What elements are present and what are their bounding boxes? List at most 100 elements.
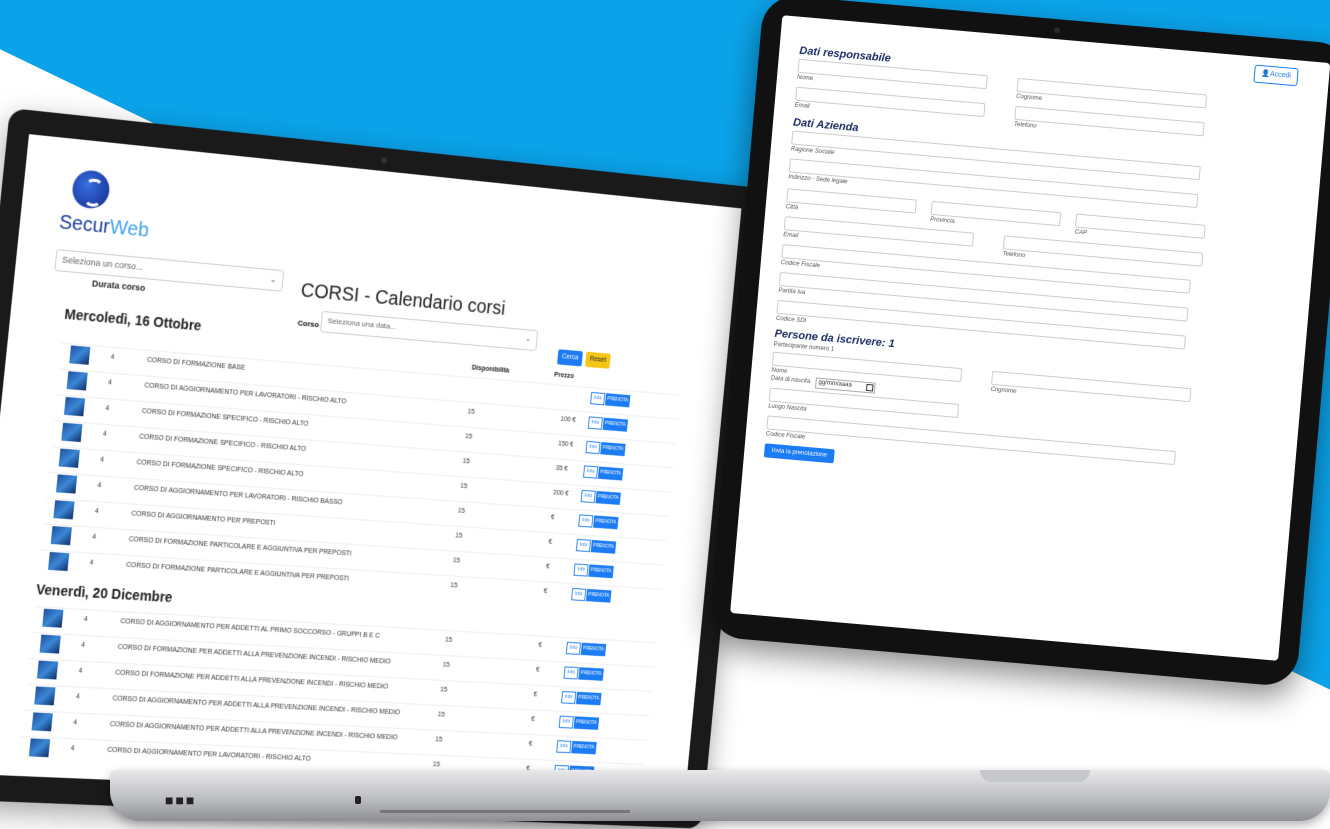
email-field[interactable] xyxy=(795,86,986,118)
logo-text-part1: Secur xyxy=(58,211,111,239)
course-thumbnail xyxy=(31,712,53,732)
telefono-field[interactable] xyxy=(1014,105,1205,137)
cap-label: CAP xyxy=(1074,229,1088,237)
partecipante-cognome-field[interactable] xyxy=(990,370,1192,403)
info-button[interactable]: Info xyxy=(558,715,574,729)
prenota-button[interactable]: PRENOTA xyxy=(578,667,604,681)
info-button[interactable]: Info xyxy=(565,641,582,655)
accedi-label: Accedi xyxy=(1269,70,1292,80)
course-price: € xyxy=(530,716,535,723)
base-hinge xyxy=(380,810,630,813)
course-thumbnail xyxy=(55,474,78,494)
prenota-button[interactable]: PRENOTA xyxy=(597,466,624,481)
course-price: 200 € xyxy=(552,489,569,498)
info-button[interactable]: Info xyxy=(571,587,587,602)
date-heading: Mercoledì, 16 Ottobre xyxy=(63,305,203,334)
partita-iva-label: Partita Iva xyxy=(778,287,806,297)
course-thumbnail xyxy=(53,500,75,520)
prenota-button[interactable]: PRENOTA xyxy=(575,691,602,706)
course-thumbnail xyxy=(58,448,80,468)
cap-field[interactable] xyxy=(1075,213,1206,239)
course-thumbnail xyxy=(48,551,70,572)
prenota-button[interactable]: PRENOTA xyxy=(602,417,629,432)
invia-prenotazione-button[interactable]: Invia la prenotazione xyxy=(763,443,835,464)
securweb-logo[interactable]: SecurWeb xyxy=(58,168,180,248)
info-button[interactable]: Info xyxy=(585,440,601,455)
date-select[interactable]: Seleziona una data... ⌄ xyxy=(319,310,539,352)
prenota-button[interactable]: PRENOTA xyxy=(590,539,617,554)
power-led xyxy=(355,796,361,804)
cognome-field[interactable] xyxy=(1016,77,1208,109)
chevron-down-icon: ⌄ xyxy=(524,333,532,343)
telefono-azienda-field[interactable] xyxy=(1002,235,1204,267)
tablet-device: 👤Accedi Dati responsabile Nome Cognome E… xyxy=(708,0,1330,688)
course-duration: 4 xyxy=(110,353,115,361)
course-availability: 15 xyxy=(467,408,475,416)
info-button[interactable]: Info xyxy=(573,563,589,577)
course-thumbnail xyxy=(50,526,72,546)
tablet-camera xyxy=(1053,26,1061,34)
data-nascita-field[interactable]: gg/mm/aaaa xyxy=(815,377,876,394)
citta-field[interactable] xyxy=(786,188,917,214)
prenota-button[interactable]: PRENOTA xyxy=(573,716,600,730)
course-duration: 4 xyxy=(94,507,100,516)
course-title: CORSO DI AGGIORNAMENTO PER LAVORATORI - … xyxy=(106,746,311,763)
info-button[interactable]: Info xyxy=(580,489,596,504)
prenota-button[interactable]: PRENOTA xyxy=(604,393,631,408)
prenota-button[interactable]: PRENOTA xyxy=(588,564,614,579)
nome-field[interactable] xyxy=(797,58,988,90)
col-disponibilita: Disponibilità xyxy=(471,364,510,375)
logo-mark-icon xyxy=(70,168,112,211)
course-price: € xyxy=(533,691,538,699)
info-button[interactable]: Info xyxy=(578,514,594,528)
course-availability: 15 xyxy=(462,458,470,466)
info-button[interactable]: Info xyxy=(563,666,579,680)
course-price: € xyxy=(548,538,553,546)
prenota-button[interactable]: PRENOTA xyxy=(595,490,621,505)
luogo-nascita-label: Luogo Nascita xyxy=(767,403,807,413)
tablet-screen: 👤Accedi Dati responsabile Nome Cognome E… xyxy=(730,15,1330,661)
course-select[interactable]: Seleziona un corso... ⌄ xyxy=(54,249,285,292)
course-title: CORSO DI FORMAZIONE PARTICOLARE E AGGIUN… xyxy=(125,561,350,583)
prenota-button[interactable]: PRENOTA xyxy=(571,740,597,755)
partecipante-codice-fiscale-label: Codice Fiscale xyxy=(765,431,806,441)
course-price: 35 € xyxy=(555,465,568,473)
course-title: CORSO DI AGGIORNAMENTO PER PREPOSTI xyxy=(131,510,276,528)
course-price: € xyxy=(543,588,548,595)
course-title: CORSO DI AGGIORNAMENTO PER ADDETTI AL PR… xyxy=(120,618,381,640)
codice-sdi-label: Codice SDI xyxy=(775,315,807,325)
info-button[interactable]: Info xyxy=(587,416,603,430)
prenota-button[interactable]: PRENOTA xyxy=(585,588,612,603)
info-button[interactable]: Info xyxy=(561,691,577,705)
course-price: € xyxy=(538,642,543,649)
course-duration: 4 xyxy=(107,379,113,387)
info-button[interactable]: Info xyxy=(556,740,572,754)
course-duration: 4 xyxy=(102,430,107,438)
info-button[interactable]: Info xyxy=(583,465,599,479)
cerca-button[interactable]: Cerca xyxy=(557,349,583,367)
info-button[interactable]: Info xyxy=(590,391,606,406)
course-thumbnail xyxy=(39,634,61,654)
ragione-sociale-label: Ragione Sociale xyxy=(790,146,835,157)
course-thumbnail xyxy=(42,608,64,628)
course-title: CORSO DI FORMAZIONE SPECIFICO - RISCHIO … xyxy=(141,407,309,428)
course-duration: 4 xyxy=(105,405,110,413)
reset-button[interactable]: Reset xyxy=(585,351,611,369)
telefono-label: Telefono xyxy=(1013,121,1037,130)
course-title: CORSO DI AGGIORNAMENTO PER ADDETTI ALLA … xyxy=(109,721,398,742)
base-brand: ■■■ xyxy=(165,792,197,808)
prenota-button[interactable]: PRENOTA xyxy=(580,642,607,657)
course-title: CORSO DI FORMAZIONE PER ADDETTI ALLA PRE… xyxy=(114,669,389,691)
prenota-button[interactable]: PRENOTA xyxy=(600,442,626,457)
course-duration: 4 xyxy=(91,533,97,541)
course-availability: 15 xyxy=(450,582,458,590)
course-title: CORSO DI FORMAZIONE BASE xyxy=(146,356,246,372)
calendar-icon xyxy=(865,383,874,392)
laptop-screen: SecurWeb Seleziona un corso... ⌄ Durata c… xyxy=(0,134,742,804)
accedi-button[interactable]: 👤Accedi xyxy=(1253,64,1299,87)
prenota-button[interactable]: PRENOTA xyxy=(593,515,619,530)
info-button[interactable]: Info xyxy=(575,538,591,553)
course-availability: 15 xyxy=(455,532,463,540)
course-thumbnail xyxy=(66,371,88,391)
logo-text-part2: Web xyxy=(108,216,150,242)
